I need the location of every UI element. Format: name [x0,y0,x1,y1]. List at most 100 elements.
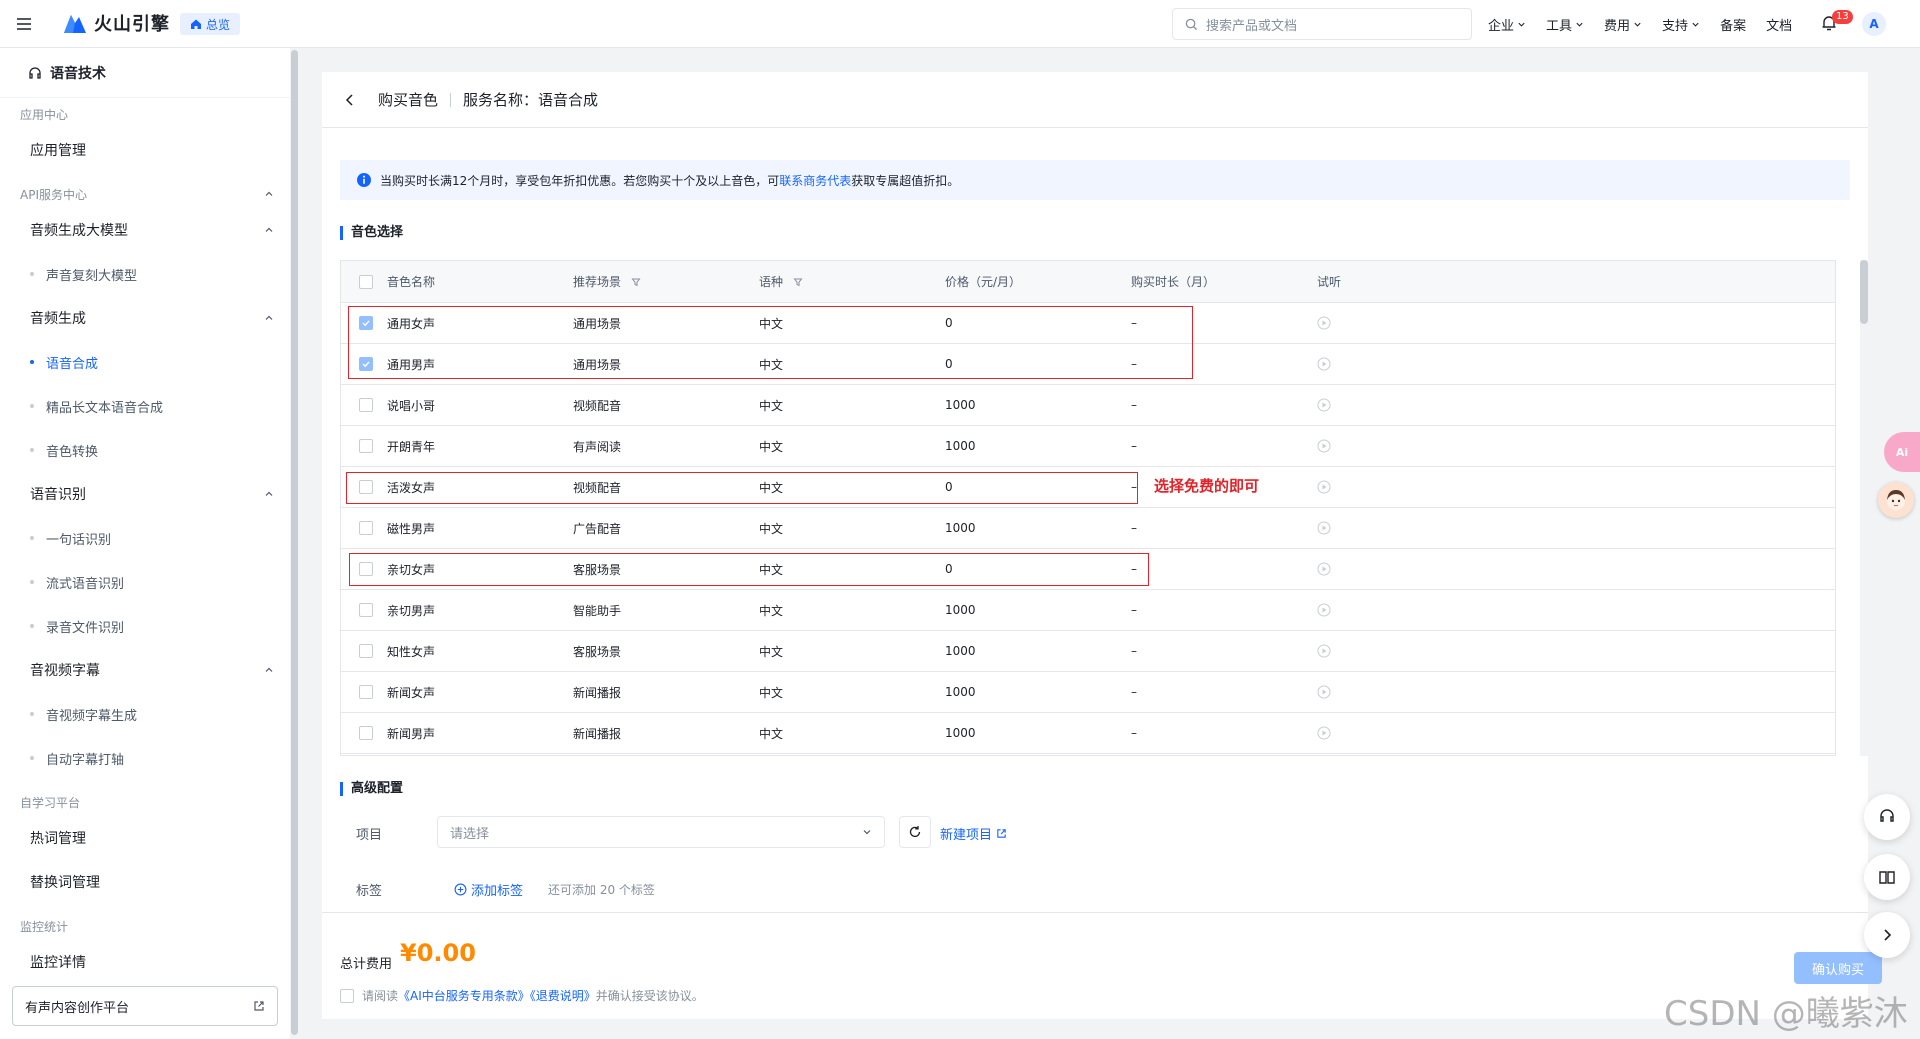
assistant-avatar[interactable] [1878,482,1914,518]
row-checkbox[interactable] [359,467,373,507]
filter-icon[interactable] [793,277,803,287]
nav-tools[interactable]: 工具 [1546,15,1584,34]
sidebar-item[interactable]: 语音识别 [0,478,290,510]
preview-button[interactable] [1317,303,1331,343]
agree-checkbox[interactable] [340,988,354,1003]
table-row[interactable]: 亲切男声 智能助手 中文 1000 – [341,590,1835,631]
nav-filing[interactable]: 备案 [1720,15,1746,34]
nav-enterprise[interactable]: 企业 [1488,15,1526,34]
chevron-up-icon[interactable] [264,665,274,675]
sidebar-item[interactable]: 录音文件识别 [0,610,290,642]
row-checkbox[interactable] [359,344,373,384]
table-row[interactable]: 新闻女声 新闻播报 中文 1000 – [341,672,1835,713]
select-all-checkbox[interactable] [359,261,373,302]
preview-button[interactable] [1317,631,1331,671]
search-input[interactable]: 搜索产品或文档 [1172,8,1472,40]
sidebar-item[interactable]: 音色转换 [0,434,290,466]
sidebar-item[interactable]: 精品长文本语音合成 [0,390,290,422]
sidebar-item[interactable]: 应用管理 [0,134,290,166]
add-tag-button[interactable]: 添加标签 [454,880,523,899]
expand-button[interactable] [1864,912,1910,958]
filter-icon[interactable] [631,277,641,287]
preview-button[interactable] [1317,672,1331,712]
new-project-link[interactable]: 新建项目 [940,824,1007,843]
docs-button[interactable] [1864,854,1910,900]
sidebar-item[interactable]: 一句话识别 [0,522,290,554]
table-row[interactable]: 知性女声 客服场景 中文 1000 – [341,631,1835,672]
row-checkbox[interactable] [359,590,373,630]
table-scrollbar[interactable] [1860,260,1868,756]
terms-link[interactable]: 《AI中台服务专用条款》 [398,989,530,1003]
sidebar-item[interactable]: 替换词管理 [0,866,290,898]
preview-button[interactable] [1317,713,1331,753]
table-row[interactable]: 活泼女声 视频配音 中文 0 – [341,467,1835,508]
brand-logo[interactable]: 火山引擎 [62,10,170,36]
creator-platform-link[interactable]: 有声内容创作平台 [12,986,278,1026]
table-row[interactable]: 磁性男声 广告配音 中文 1000 – [341,508,1835,549]
nav-support[interactable]: 支持 [1662,15,1700,34]
cell-price: 1000 [945,644,976,658]
col-scene[interactable]: 推荐场景 [573,261,641,302]
row-checkbox[interactable] [359,631,373,671]
cell-voice-name: 亲切男声 [387,603,436,618]
cell-scene: 智能助手 [573,603,622,618]
chevron-down-icon [863,830,871,835]
project-select[interactable]: 请选择 [437,816,885,848]
preview-button[interactable] [1317,590,1331,630]
sidebar-scrollbar-thumb[interactable] [291,50,298,1035]
overview-button[interactable]: 总览 [180,13,241,35]
preview-button[interactable] [1317,467,1331,507]
play-icon [1317,644,1331,658]
preview-button[interactable] [1317,426,1331,466]
sidebar-item[interactable]: 音视频字幕 [0,654,290,686]
table-row[interactable]: 通用男声 通用场景 中文 0 – [341,344,1835,385]
preview-button[interactable] [1317,385,1331,425]
refund-link[interactable]: 《退费说明》 [530,989,596,1003]
refresh-button[interactable] [899,816,931,848]
table-row[interactable]: 开朗青年 有声阅读 中文 1000 – [341,426,1835,467]
row-checkbox[interactable] [359,508,373,548]
customer-service-button[interactable] [1864,794,1910,840]
preview-button[interactable] [1317,549,1331,589]
table-row[interactable]: 亲切女声 客服场景 中文 0 – [341,549,1835,590]
nav-docs[interactable]: 文档 [1766,15,1792,34]
chevron-up-icon[interactable] [264,489,274,499]
ai-assistant-tab[interactable]: Ai [1884,432,1920,472]
chevron-up-icon[interactable] [264,225,274,235]
row-checkbox[interactable] [359,672,373,712]
sidebar-item[interactable]: 流式语音识别 [0,566,290,598]
sidebar-item[interactable]: 语音合成 [0,346,290,378]
search-icon [1185,18,1198,30]
notice-text: 当购买时长满12个月时，享受包年折扣优惠。若您购买十个及以上音色，可联系商务代表… [380,173,960,188]
table-scrollbar-thumb[interactable] [1860,260,1868,324]
table-row[interactable]: 新闻男声 新闻播报 中文 1000 – [341,713,1835,754]
row-checkbox[interactable] [359,303,373,343]
row-checkbox[interactable] [359,385,373,425]
menu-icon[interactable] [14,14,34,34]
sidebar-item[interactable]: 音频生成大模型 [0,214,290,246]
cell-language: 中文 [759,357,784,372]
sidebar-item[interactable]: 音频生成 [0,302,290,334]
avatar[interactable]: A [1862,12,1886,36]
bullet [30,448,34,452]
play-icon [1317,398,1331,412]
confirm-purchase-button[interactable]: 确认购买 [1794,952,1882,984]
sidebar-item[interactable]: 监控详情 [0,946,290,978]
table-row[interactable]: 通用女声 通用场景 中文 0 – [341,303,1835,344]
nav-billing[interactable]: 费用 [1604,15,1642,34]
row-checkbox[interactable] [359,549,373,589]
sidebar-item[interactable]: 热词管理 [0,822,290,854]
table-row[interactable]: 说唱小哥 视频配音 中文 1000 – [341,385,1835,426]
row-checkbox[interactable] [359,713,373,753]
chevron-up-icon[interactable] [264,189,274,199]
row-checkbox[interactable] [359,426,373,466]
chevron-up-icon[interactable] [264,313,274,323]
col-language[interactable]: 语种 [759,261,803,302]
back-arrow-icon[interactable] [342,92,358,108]
preview-button[interactable] [1317,344,1331,384]
contact-sales-link[interactable]: 联系商务代表 [779,174,851,188]
sidebar-item[interactable]: 音视频字幕生成 [0,698,290,730]
sidebar-item[interactable]: 声音复刻大模型 [0,258,290,290]
preview-button[interactable] [1317,508,1331,548]
sidebar-item[interactable]: 自动字幕打轴 [0,742,290,774]
